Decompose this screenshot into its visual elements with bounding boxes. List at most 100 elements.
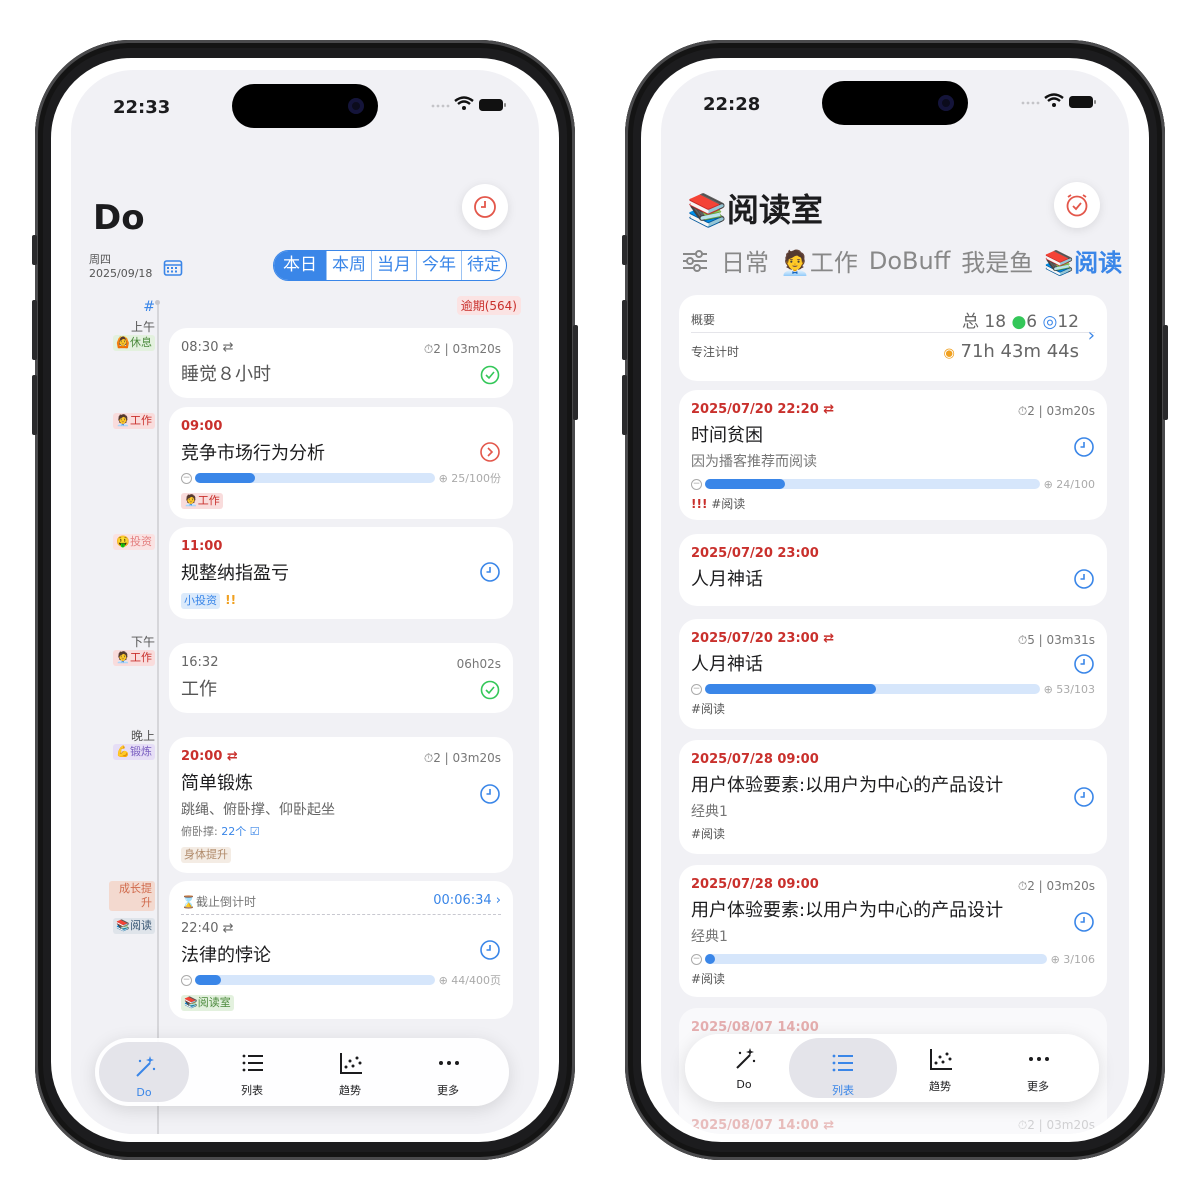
task-card[interactable]: 11:00 规整纳指盈亏 小投资 !! — [169, 527, 513, 619]
check-circle-icon[interactable] — [479, 679, 501, 701]
tab-trend[interactable]: 趋势 — [895, 1034, 985, 1102]
task-card[interactable]: 2025/07/20 23:00 ⇄ ⏱5 | 03m31s 人月神话 − ⊕ … — [679, 619, 1107, 729]
clock-icon[interactable] — [479, 939, 501, 961]
note-label: 俯卧撑: — [181, 825, 218, 838]
tab-label: 更多 — [437, 1084, 459, 1097]
tab-list[interactable]: 列表 — [207, 1038, 297, 1106]
tag-rest[interactable]: 🙆休息 — [113, 335, 155, 351]
weekday: 周四 — [89, 253, 111, 266]
countdown-value[interactable]: 00:06:34 › — [433, 893, 501, 910]
period-segmented-control: 本日 本周 当月 今年 待定 — [273, 250, 507, 281]
filter-fish[interactable]: 我是鱼 — [961, 243, 1033, 278]
timer-button[interactable] — [462, 184, 508, 230]
task-tag[interactable]: 身体提升 — [181, 847, 231, 863]
screen: 22:33 Do 周四 2025/09/18 本日 本周 当月 今年 待定 # … — [51, 58, 559, 1142]
hash-label[interactable]: # — [143, 299, 155, 315]
more-icon — [439, 1061, 459, 1065]
wand-icon — [136, 1056, 156, 1077]
clock-icon[interactable] — [1073, 911, 1095, 933]
decrement-icon[interactable]: − — [181, 974, 192, 986]
tag-growth[interactable]: 成长提升 — [109, 881, 155, 911]
task-title: 法律的悖论 — [181, 945, 271, 966]
tab-list[interactable]: 列表 — [789, 1038, 897, 1098]
task-card[interactable]: ⌛截止倒计时 00:06:34 › 22:40 ⇄ 法律的悖论 − ⊕ 44/4… — [169, 881, 513, 1019]
decrement-icon[interactable]: − — [691, 683, 702, 695]
check-circle-icon[interactable] — [479, 364, 501, 386]
task-card[interactable]: 16:32 06h02s 工作 — [169, 643, 513, 713]
task-card[interactable]: 09:00 竞争市场行为分析 − ⊕ 25/100份 🧑‍💼工作 — [169, 407, 513, 519]
task-card[interactable]: 20:00 ⇄ ⏱2 | 03m20s 简单锻炼 跳绳、俯卧撑、仰卧起坐 俯卧撑… — [169, 737, 513, 873]
progress-text[interactable]: ⊕ 3/106 — [1051, 953, 1095, 966]
filter-work[interactable]: 🧑‍💼工作 — [780, 243, 858, 278]
progress-bar — [705, 684, 1040, 694]
tab-do[interactable]: Do — [99, 1042, 189, 1102]
wand-icon — [736, 1048, 756, 1069]
progress-text[interactable]: ⊕ 44/400页 — [439, 972, 501, 988]
tag-exercise[interactable]: 💪锻炼 — [113, 744, 155, 760]
task-meta: 06h02s — [456, 657, 501, 671]
calendar-icon[interactable] — [163, 259, 183, 277]
clock-icon[interactable] — [1073, 786, 1095, 808]
clock-icon — [474, 196, 496, 218]
tag-work-afternoon[interactable]: 🧑‍💼工作 — [113, 650, 155, 666]
segment-year[interactable]: 今年 — [416, 251, 461, 280]
tag-work[interactable]: 🧑‍💼工作 — [113, 413, 155, 429]
task-card[interactable]: 2025/07/28 09:00 ⏱2 | 03m20s 用户体验要素:以用户为… — [679, 865, 1107, 997]
progress-row: − ⊕ 53/103 — [691, 682, 1095, 696]
volume-down-button — [622, 375, 627, 435]
clock-icon[interactable] — [1073, 568, 1095, 590]
task-title: 用户体验要素:以用户为中心的产品设计 — [691, 775, 1004, 796]
clock-icon[interactable] — [1073, 653, 1095, 675]
filter-reading[interactable]: 📚阅读 — [1044, 243, 1122, 278]
task-card[interactable]: 2025/07/20 22:20 ⇄ ⏱2 | 03m20s 时间贫困 因为播客… — [679, 390, 1107, 520]
task-tag[interactable]: #阅读 — [691, 972, 725, 986]
tab-more[interactable]: 更多 — [403, 1038, 493, 1106]
tab-label: Do — [736, 1078, 752, 1091]
segment-week[interactable]: 本周 — [326, 251, 371, 280]
task-tag[interactable]: 🧑‍💼工作 — [181, 493, 223, 509]
decrement-icon[interactable]: − — [691, 478, 702, 490]
progress-text[interactable]: ⊕ 24/100 — [1044, 478, 1095, 491]
task-time: 16:32 — [181, 655, 219, 670]
tab-do[interactable]: Do — [699, 1034, 789, 1102]
task-tag[interactable]: #阅读 — [691, 702, 725, 716]
volume-down-button — [32, 375, 37, 435]
task-tag[interactable]: 📚阅读室 — [181, 995, 234, 1011]
task-tag[interactable]: 小投资 — [181, 593, 220, 609]
task-tag[interactable]: #阅读 — [691, 827, 725, 841]
clock-icon[interactable] — [1073, 436, 1095, 458]
clock-icon[interactable] — [479, 783, 501, 805]
decrement-icon[interactable]: − — [691, 953, 702, 965]
tag-invest[interactable]: 🤑投资 — [113, 534, 155, 550]
segment-month[interactable]: 当月 — [371, 251, 416, 280]
task-title: 用户体验要素:以用户为中心的产品设计 — [691, 900, 1004, 921]
overdue-clock-icon[interactable] — [479, 441, 501, 463]
task-card[interactable]: 2025/07/28 09:00 用户体验要素:以用户为中心的产品设计 经典1 … — [679, 740, 1107, 854]
segment-today[interactable]: 本日 — [274, 251, 326, 280]
clock-icon[interactable] — [479, 561, 501, 583]
sliders-icon[interactable] — [681, 249, 709, 273]
task-card[interactable]: 08:30 ⇄ ⏱2 | 03m20s 睡觉８小时 — [169, 328, 513, 398]
overdue-badge[interactable]: 逾期(564) — [456, 296, 521, 315]
chevron-right-icon[interactable]: › — [1088, 325, 1095, 346]
task-card[interactable]: 2025/07/20 23:00 人月神话 — [679, 534, 1107, 606]
tab-trend[interactable]: 趋势 — [305, 1038, 395, 1106]
filter-daily[interactable]: 日常 — [721, 243, 769, 278]
segment-pending[interactable]: 待定 — [461, 251, 506, 280]
progress-row: − ⊕ 24/100 — [691, 477, 1095, 491]
phone-left: 22:33 Do 周四 2025/09/18 本日 本周 当月 今年 待定 # … — [32, 40, 578, 1160]
task-title: 规整纳指盈亏 — [181, 563, 289, 584]
mute-switch — [32, 235, 37, 265]
task-title: 时间贫困 — [691, 425, 763, 446]
note-value[interactable]: 22个 ☑ — [221, 825, 259, 838]
task-tag[interactable]: #阅读 — [711, 497, 745, 511]
summary-card[interactable]: 概要 总 18 ●6 ◎12 专注计时 ◉ 71h 43m 44s › — [679, 295, 1107, 381]
timer-button[interactable] — [1054, 182, 1100, 228]
progress-text[interactable]: ⊕ 53/103 — [1044, 683, 1095, 696]
tab-more[interactable]: 更多 — [993, 1034, 1083, 1102]
power-button — [1163, 325, 1168, 420]
decrement-icon[interactable]: − — [181, 472, 192, 484]
filter-dobuff[interactable]: DoBuff — [869, 247, 950, 275]
progress-text[interactable]: ⊕ 25/100份 — [439, 470, 501, 486]
tag-read[interactable]: 📚阅读 — [113, 918, 155, 934]
